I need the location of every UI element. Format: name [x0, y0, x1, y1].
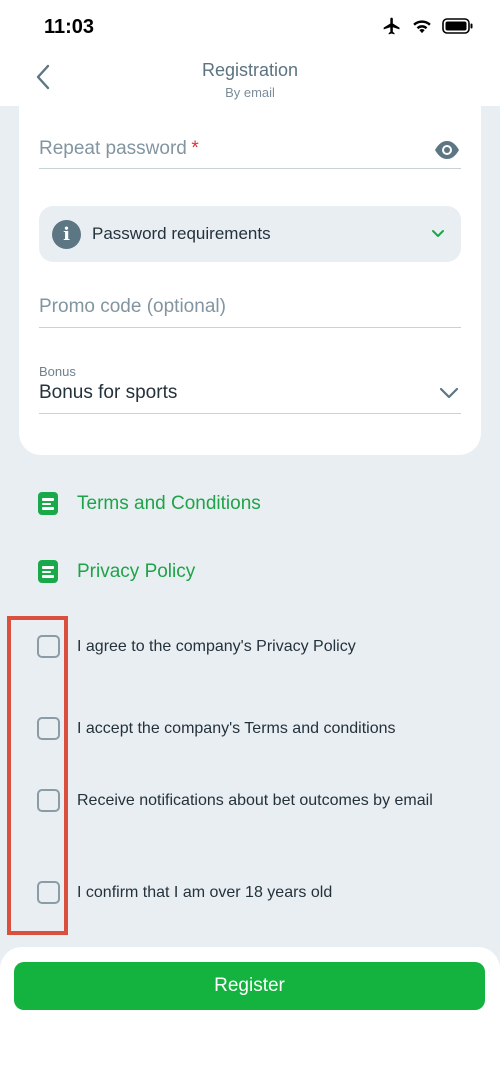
wifi-icon [412, 18, 432, 39]
chevron-down-icon [431, 226, 445, 244]
consent-label: I confirm that I am over 18 years old [77, 884, 333, 901]
consent-notifications[interactable]: Receive notifications about bet outcomes… [37, 789, 447, 812]
status-time: 11:03 [44, 16, 95, 38]
repeat-password-field[interactable]: Repeat password * [39, 138, 461, 169]
promo-code-field[interactable]: Promo code (optional) [39, 296, 461, 328]
password-requirements-label: Password requirements [92, 224, 271, 243]
document-icon [38, 560, 58, 583]
privacy-policy-link[interactable]: Privacy Policy [38, 560, 195, 583]
privacy-policy-checkbox[interactable] [37, 635, 60, 658]
info-icon: i [52, 220, 81, 249]
terms-checkbox[interactable] [37, 717, 60, 740]
required-mark: * [191, 138, 199, 159]
registration-form-card: Repeat password * i Password requirement… [19, 106, 481, 455]
consent-label: Receive notifications about bet outcomes… [77, 792, 433, 809]
consent-age[interactable]: I confirm that I am over 18 years old [37, 881, 447, 904]
terms-and-conditions-label: Terms and Conditions [77, 492, 261, 514]
repeat-password-placeholder: Repeat password [39, 138, 187, 159]
status-icons [382, 16, 474, 41]
consent-label: I agree to the company's Privacy Policy [77, 638, 356, 655]
document-icon [38, 492, 58, 515]
airplane-icon [382, 16, 402, 41]
bottom-panel: Register [0, 947, 500, 1080]
privacy-policy-label: Privacy Policy [77, 560, 196, 582]
consent-label: I accept the company's Terms and conditi… [77, 720, 396, 737]
age-checkbox[interactable] [37, 881, 60, 904]
bonus-label: Bonus [39, 364, 76, 379]
consent-terms[interactable]: I accept the company's Terms and conditi… [37, 717, 447, 740]
password-requirements-toggle[interactable]: i Password requirements [39, 206, 461, 262]
terms-and-conditions-link[interactable]: Terms and Conditions [38, 492, 261, 515]
header: Registration By email [0, 54, 500, 106]
consent-privacy-policy[interactable]: I agree to the company's Privacy Policy [37, 635, 447, 658]
status-bar: 11:03 [0, 0, 500, 54]
notifications-checkbox[interactable] [37, 789, 60, 812]
register-button[interactable]: Register [14, 962, 485, 1010]
eye-icon[interactable] [433, 138, 461, 167]
battery-icon [442, 18, 474, 39]
page-title: Registration [201, 60, 299, 80]
bonus-select[interactable]: Bonus Bonus for sports [39, 364, 461, 414]
promo-code-placeholder: Promo code (optional) [39, 296, 226, 317]
bonus-value: Bonus for sports [39, 382, 178, 403]
page-subtitle: By email [225, 85, 275, 100]
chevron-down-icon [439, 386, 459, 404]
